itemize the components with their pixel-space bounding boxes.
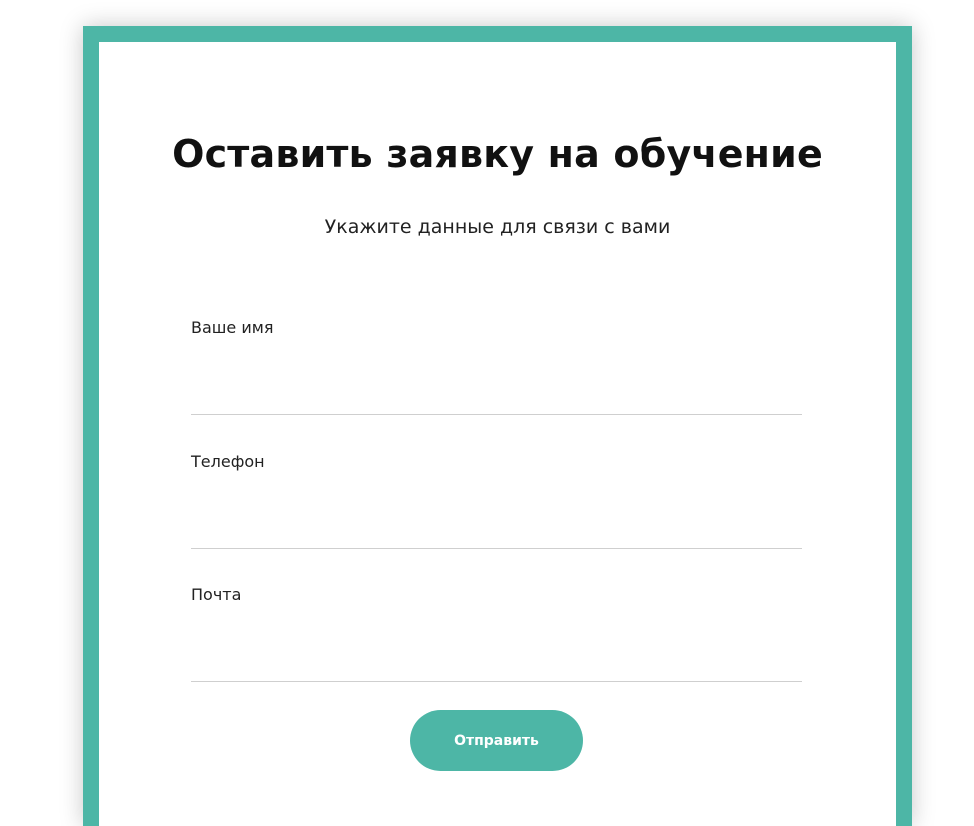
email-label: Почта [191, 585, 242, 604]
submit-button[interactable]: Отправить [410, 710, 583, 771]
name-field: Ваше имя [191, 318, 802, 415]
email-field: Почта [191, 585, 802, 682]
phone-field: Телефон [191, 452, 802, 549]
name-label: Ваше имя [191, 318, 274, 337]
form-subtitle: Укажите данные для связи с вами [324, 216, 671, 238]
phone-label: Телефон [191, 452, 265, 471]
email-input[interactable] [191, 643, 802, 677]
name-input[interactable] [191, 376, 802, 410]
application-form-card: Оставить заявку на обучение Укажите данн… [99, 42, 896, 826]
modal-border: Оставить заявку на обучение Укажите данн… [83, 26, 912, 826]
form-title: Оставить заявку на обучение [172, 132, 823, 176]
phone-input[interactable] [191, 510, 802, 544]
